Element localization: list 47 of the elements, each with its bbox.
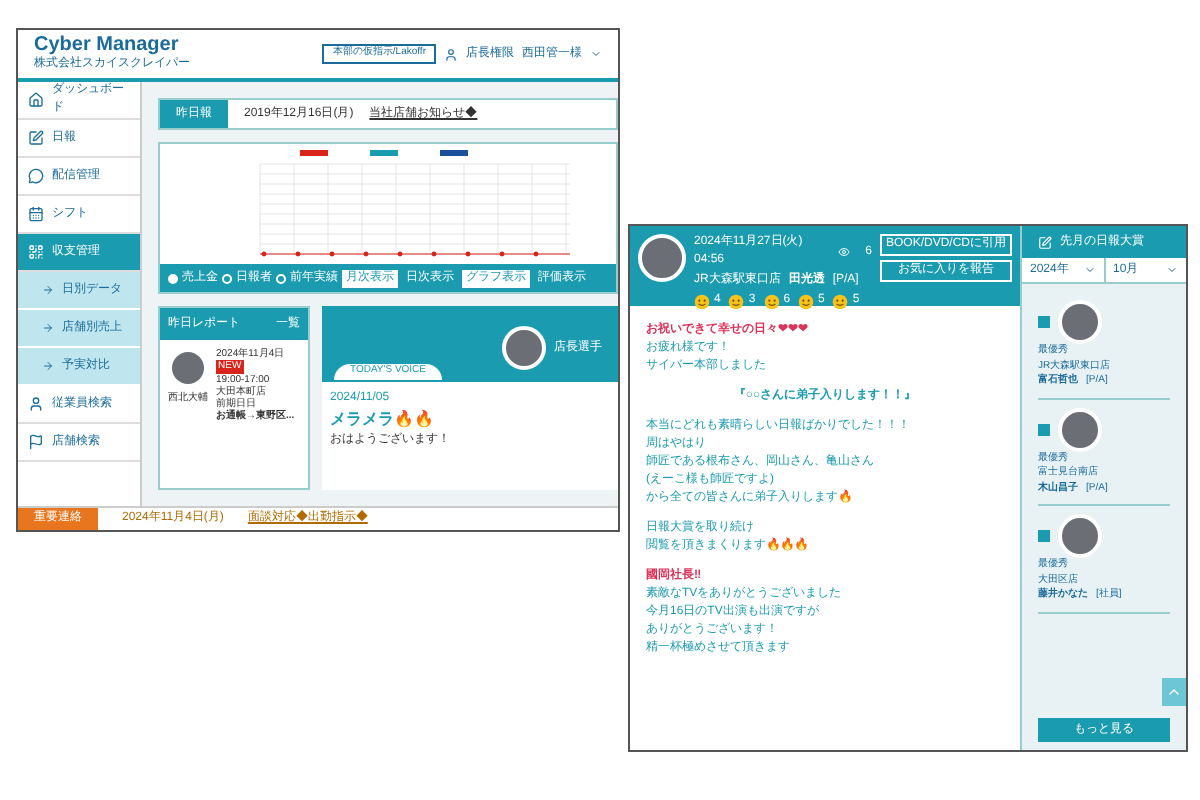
arrow-icon: [42, 360, 54, 372]
voice-title: メラメラ🔥🔥: [330, 408, 436, 432]
caret-icon: [1083, 264, 1095, 276]
flag-icon: [28, 434, 44, 450]
smiley-icon: [728, 293, 745, 309]
avatar-placeholder: [502, 326, 546, 370]
avatar-placeholder: [638, 234, 686, 282]
legend-swatch: [440, 150, 468, 156]
grid-icon: [28, 244, 44, 260]
chevron-up-icon: [1166, 684, 1182, 700]
data-point: [397, 251, 403, 257]
avatar-placeholder: [1058, 407, 1102, 451]
legend-swatch: [300, 150, 328, 156]
smiley-icon: [798, 293, 815, 309]
arrow-icon: [42, 284, 54, 296]
person-icon: [28, 396, 44, 412]
data-point: [465, 251, 471, 257]
calendar-icon: [28, 206, 44, 222]
eye-icon: [837, 246, 850, 258]
smiley-icon: [763, 293, 780, 309]
smiley-icon: [832, 293, 849, 309]
caret-icon[interactable]: [590, 48, 602, 60]
smiley-icon: [694, 293, 710, 309]
radio-icon[interactable]: [276, 273, 286, 283]
user-icon: [444, 47, 458, 61]
radio-icon[interactable]: [168, 273, 178, 283]
data-point: [363, 251, 369, 257]
rank-marker-icon: [1038, 530, 1050, 542]
data-point: [533, 251, 539, 257]
arrow-icon: [42, 322, 54, 334]
edit-icon: [1038, 235, 1052, 249]
radio-icon[interactable]: [222, 273, 232, 283]
data-point: [329, 251, 335, 257]
avatar-placeholder: [1058, 514, 1102, 558]
caret-icon: [1166, 264, 1178, 276]
legend-swatch: [370, 150, 398, 156]
data-point: [499, 251, 505, 257]
edit-icon: [28, 130, 44, 146]
avatar-placeholder: [1058, 300, 1102, 344]
data-point: [261, 251, 267, 257]
data-point: [431, 251, 437, 257]
rank-marker-icon: [1038, 316, 1050, 328]
rank-marker-icon: [1038, 423, 1050, 435]
chat-icon: [28, 168, 44, 184]
home-icon: [28, 92, 44, 108]
data-point: [295, 251, 301, 257]
app-title: Cyber Manager: [34, 35, 181, 55]
